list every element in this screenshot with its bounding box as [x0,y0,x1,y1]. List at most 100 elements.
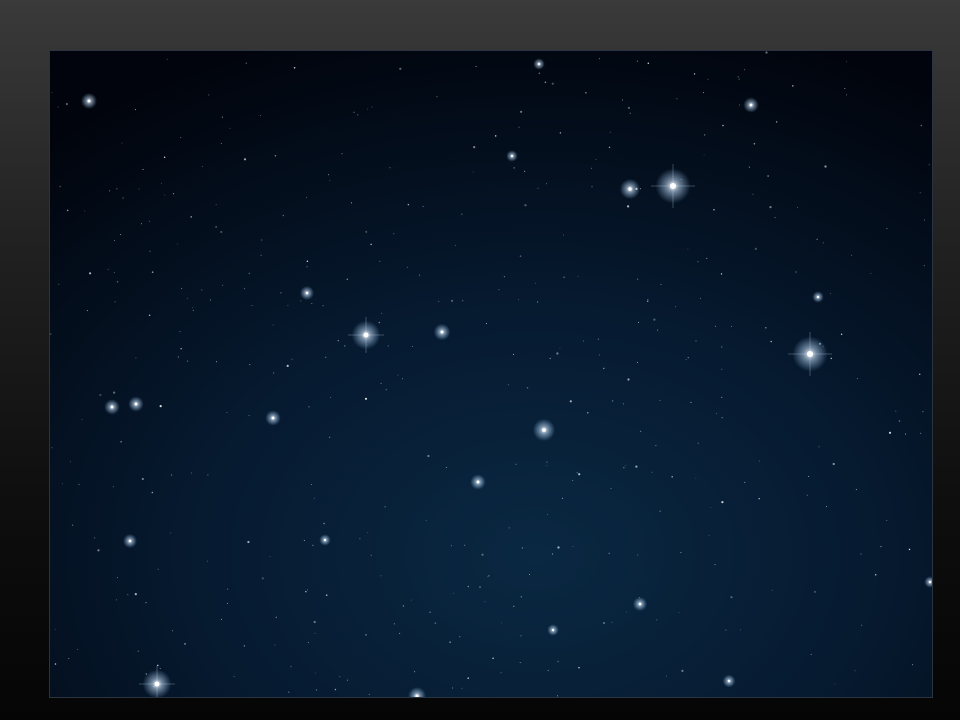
faint-star [315,689,318,691]
faint-star [172,630,173,632]
bright-star [722,674,736,688]
image-viewer [0,0,960,720]
faint-star [378,321,381,324]
faint-star [149,250,151,252]
faint-star [611,400,614,402]
faint-star [659,510,661,512]
faint-star [503,276,505,278]
faint-star [370,243,372,246]
faint-star [72,524,74,526]
faint-star [445,466,447,468]
faint-star [97,549,100,552]
faint-star [393,623,395,625]
faint-star [855,489,857,490]
faint-star [462,300,464,302]
faint-star [738,78,740,80]
faint-star [824,165,827,168]
faint-star [371,106,373,108]
faint-star [233,676,235,678]
faint-star [739,629,741,631]
faint-star [538,72,541,75]
faint-star [248,272,251,275]
faint-star [467,677,469,679]
faint-star [269,556,271,558]
faint-star [552,553,554,555]
faint-star [425,520,427,522]
faint-star [81,418,83,420]
faint-star [515,463,517,465]
faint-star [587,411,589,414]
faint-star [518,299,520,301]
faint-star [635,465,638,468]
faint-star [137,650,139,652]
faint-star [492,657,494,659]
faint-star [330,396,332,398]
faint-star [730,596,733,599]
faint-star [399,67,402,70]
faint-star [830,357,833,360]
faint-star [280,292,282,294]
faint-star [220,143,222,145]
faint-star [58,283,60,285]
faint-star [201,289,203,291]
faint-star [464,544,466,546]
faint-star [411,346,413,347]
faint-star [206,560,208,562]
faint-star [365,231,367,233]
faint-star [397,374,399,376]
faint-star [685,359,687,361]
faint-star [880,546,882,548]
faint-star [243,288,245,290]
faint-star [116,188,118,190]
faint-star [69,461,71,463]
faint-star [856,378,858,380]
faint-star [120,440,122,443]
faint-star [693,73,696,75]
faint-star [274,154,277,157]
faint-star [720,346,723,348]
faint-star [623,467,625,469]
faint-star [339,676,341,678]
faint-star [114,301,116,303]
faint-star [603,367,605,370]
faint-star [520,596,522,598]
faint-star [192,309,194,311]
faint-star [547,514,549,515]
faint-star [452,592,454,594]
faint-star [561,497,563,499]
faint-star [844,88,846,89]
faint-star [243,158,247,161]
faint-star [328,174,330,176]
faint-star [767,175,769,177]
bright-star [506,150,518,162]
faint-star [895,410,897,412]
faint-star [676,98,678,100]
faint-star [142,169,144,170]
faint-star [898,420,901,422]
faint-star [451,687,453,689]
faint-star [687,248,689,250]
faint-star [248,415,250,416]
faint-star [512,353,514,355]
faint-star [112,486,114,488]
faint-star [407,203,410,206]
faint-star [127,594,129,596]
faint-star [822,242,824,244]
faint-star [637,278,639,280]
faint-star [923,265,925,267]
faint-star [695,340,697,342]
faint-star [834,683,836,685]
faint-star [291,358,293,360]
faint-star [508,527,510,529]
faint-star [498,289,500,291]
faint-star [135,357,137,359]
faint-star [121,142,123,144]
faint-star [479,586,481,588]
faint-star [518,126,520,129]
faint-star [546,183,547,185]
faint-star [308,406,310,408]
faint-star [923,219,925,221]
faint-star [816,238,818,240]
faint-star [307,642,309,643]
faint-star [638,321,640,323]
